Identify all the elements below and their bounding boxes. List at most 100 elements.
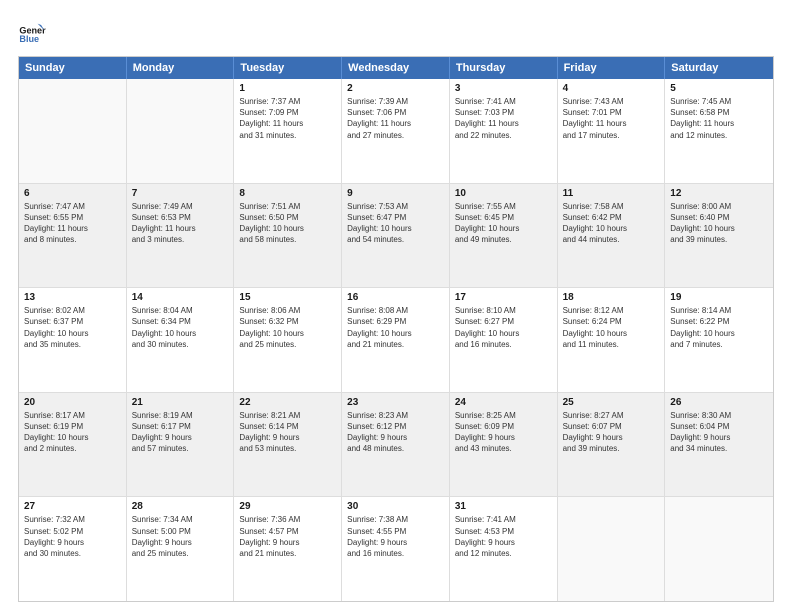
cell-content: Sunrise: 8:10 AMSunset: 6:27 PMDaylight:… bbox=[455, 305, 552, 350]
weekday-header-saturday: Saturday bbox=[665, 57, 773, 79]
cell-content: Sunrise: 8:25 AMSunset: 6:09 PMDaylight:… bbox=[455, 410, 552, 455]
day-cell-25: 25Sunrise: 8:27 AMSunset: 6:07 PMDayligh… bbox=[558, 393, 666, 497]
day-number: 17 bbox=[455, 292, 552, 303]
day-cell-30: 30Sunrise: 7:38 AMSunset: 4:55 PMDayligh… bbox=[342, 497, 450, 601]
cell-content: Sunrise: 8:19 AMSunset: 6:17 PMDaylight:… bbox=[132, 410, 229, 455]
day-cell-10: 10 Sunrise: 7:55 AMSunset: 6:45 PMDayligh… bbox=[450, 184, 558, 288]
calendar-row-4: 27 Sunrise: 7:32 AMSunset: 5:02 PMDayligh… bbox=[19, 496, 773, 601]
day-number: 14 bbox=[132, 292, 229, 303]
day-cell-13: 13Sunrise: 8:02 AMSunset: 6:37 PMDayligh… bbox=[19, 288, 127, 392]
weekday-header-monday: Monday bbox=[127, 57, 235, 79]
cell-content: Sunrise: 7:58 AMSunset: 6:42 PMDaylight:… bbox=[563, 201, 660, 246]
day-number: 18 bbox=[563, 292, 660, 303]
day-number: 23 bbox=[347, 397, 444, 408]
day-cell-11: 11 Sunrise: 7:58 AMSunset: 6:42 PMDayligh… bbox=[558, 184, 666, 288]
day-cell-21: 21 Sunrise: 8:19 AMSunset: 6:17 PMDayligh… bbox=[127, 393, 235, 497]
day-cell-1: 1Sunrise: 7:37 AMSunset: 7:09 PMDaylight… bbox=[234, 79, 342, 183]
day-cell-12: 12 Sunrise: 8:00 AMSunset: 6:40 PMDayligh… bbox=[665, 184, 773, 288]
day-number: 16 bbox=[347, 292, 444, 303]
cell-content: Sunrise: 8:04 AMSunset: 6:34 PMDaylight:… bbox=[132, 305, 229, 350]
day-cell-27: 27 Sunrise: 7:32 AMSunset: 5:02 PMDayligh… bbox=[19, 497, 127, 601]
weekday-header-wednesday: Wednesday bbox=[342, 57, 450, 79]
cell-content: Sunrise: 7:36 AMSunset: 4:57 PMDaylight:… bbox=[239, 514, 336, 559]
day-number: 20 bbox=[24, 397, 121, 408]
logo: General Blue bbox=[18, 18, 32, 46]
cell-content: Sunrise: 7:37 AMSunset: 7:09 PMDaylight:… bbox=[239, 96, 336, 141]
calendar-row-1: 6 Sunrise: 7:47 AMSunset: 6:55 PMDaylight… bbox=[19, 183, 773, 288]
day-cell-19: 19 Sunrise: 8:14 AMSunset: 6:22 PMDayligh… bbox=[665, 288, 773, 392]
day-cell-6: 6 Sunrise: 7:47 AMSunset: 6:55 PMDaylight… bbox=[19, 184, 127, 288]
calendar-body: 1Sunrise: 7:37 AMSunset: 7:09 PMDaylight… bbox=[19, 79, 773, 601]
day-cell-31: 31Sunrise: 7:41 AMSunset: 4:53 PMDayligh… bbox=[450, 497, 558, 601]
day-number: 24 bbox=[455, 397, 552, 408]
weekday-header-tuesday: Tuesday bbox=[234, 57, 342, 79]
cell-content: Sunrise: 7:43 AMSunset: 7:01 PMDaylight:… bbox=[563, 96, 660, 141]
calendar-row-0: 1Sunrise: 7:37 AMSunset: 7:09 PMDaylight… bbox=[19, 79, 773, 183]
cell-content: Sunrise: 8:00 AMSunset: 6:40 PMDaylight:… bbox=[670, 201, 768, 246]
empty-cell bbox=[558, 497, 666, 601]
cell-content: Sunrise: 8:06 AMSunset: 6:32 PMDaylight:… bbox=[239, 305, 336, 350]
day-cell-8: 8 Sunrise: 7:51 AMSunset: 6:50 PMDaylight… bbox=[234, 184, 342, 288]
cell-content: Sunrise: 8:21 AMSunset: 6:14 PMDaylight:… bbox=[239, 410, 336, 455]
calendar-row-3: 20Sunrise: 8:17 AMSunset: 6:19 PMDayligh… bbox=[19, 392, 773, 497]
day-cell-20: 20Sunrise: 8:17 AMSunset: 6:19 PMDayligh… bbox=[19, 393, 127, 497]
day-number: 8 bbox=[239, 188, 336, 199]
day-cell-14: 14 Sunrise: 8:04 AMSunset: 6:34 PMDayligh… bbox=[127, 288, 235, 392]
day-number: 19 bbox=[670, 292, 768, 303]
empty-cell bbox=[665, 497, 773, 601]
cell-content: Sunrise: 7:39 AMSunset: 7:06 PMDaylight:… bbox=[347, 96, 444, 141]
day-number: 9 bbox=[347, 188, 444, 199]
empty-cell bbox=[19, 79, 127, 183]
cell-content: Sunrise: 7:45 AMSunset: 6:58 PMDaylight:… bbox=[670, 96, 768, 141]
svg-text:Blue: Blue bbox=[19, 34, 39, 44]
cell-content: Sunrise: 7:55 AMSunset: 6:45 PMDaylight:… bbox=[455, 201, 552, 246]
day-number: 7 bbox=[132, 188, 229, 199]
day-cell-17: 17 Sunrise: 8:10 AMSunset: 6:27 PMDayligh… bbox=[450, 288, 558, 392]
day-number: 11 bbox=[563, 188, 660, 199]
cell-content: Sunrise: 7:41 AMSunset: 4:53 PMDaylight:… bbox=[455, 514, 552, 559]
weekday-header-thursday: Thursday bbox=[450, 57, 558, 79]
day-cell-29: 29 Sunrise: 7:36 AMSunset: 4:57 PMDayligh… bbox=[234, 497, 342, 601]
day-number: 2 bbox=[347, 83, 444, 94]
day-number: 3 bbox=[455, 83, 552, 94]
day-number: 12 bbox=[670, 188, 768, 199]
cell-content: Sunrise: 7:34 AMSunset: 5:00 PMDaylight:… bbox=[132, 514, 229, 559]
cell-content: Sunrise: 8:23 AMSunset: 6:12 PMDaylight:… bbox=[347, 410, 444, 455]
day-number: 10 bbox=[455, 188, 552, 199]
day-cell-15: 15 Sunrise: 8:06 AMSunset: 6:32 PMDayligh… bbox=[234, 288, 342, 392]
cell-content: Sunrise: 7:32 AMSunset: 5:02 PMDaylight:… bbox=[24, 514, 121, 559]
cell-content: Sunrise: 7:47 AMSunset: 6:55 PMDaylight:… bbox=[24, 201, 121, 246]
day-number: 6 bbox=[24, 188, 121, 199]
day-cell-16: 16 Sunrise: 8:08 AMSunset: 6:29 PMDayligh… bbox=[342, 288, 450, 392]
day-cell-2: 2 Sunrise: 7:39 AMSunset: 7:06 PMDaylight… bbox=[342, 79, 450, 183]
weekday-header-sunday: Sunday bbox=[19, 57, 127, 79]
day-number: 15 bbox=[239, 292, 336, 303]
cell-content: Sunrise: 7:51 AMSunset: 6:50 PMDaylight:… bbox=[239, 201, 336, 246]
cell-content: Sunrise: 7:41 AMSunset: 7:03 PMDaylight:… bbox=[455, 96, 552, 141]
day-number: 21 bbox=[132, 397, 229, 408]
day-cell-23: 23 Sunrise: 8:23 AMSunset: 6:12 PMDayligh… bbox=[342, 393, 450, 497]
cell-content: Sunrise: 7:49 AMSunset: 6:53 PMDaylight:… bbox=[132, 201, 229, 246]
cell-content: Sunrise: 7:38 AMSunset: 4:55 PMDaylight:… bbox=[347, 514, 444, 559]
calendar-header: SundayMondayTuesdayWednesdayThursdayFrid… bbox=[19, 57, 773, 79]
cell-content: Sunrise: 7:53 AMSunset: 6:47 PMDaylight:… bbox=[347, 201, 444, 246]
day-number: 5 bbox=[670, 83, 768, 94]
calendar-row-2: 13Sunrise: 8:02 AMSunset: 6:37 PMDayligh… bbox=[19, 287, 773, 392]
day-number: 29 bbox=[239, 501, 336, 512]
day-number: 27 bbox=[24, 501, 121, 512]
day-cell-3: 3 Sunrise: 7:41 AMSunset: 7:03 PMDaylight… bbox=[450, 79, 558, 183]
day-cell-22: 22Sunrise: 8:21 AMSunset: 6:14 PMDayligh… bbox=[234, 393, 342, 497]
cell-content: Sunrise: 8:02 AMSunset: 6:37 PMDaylight:… bbox=[24, 305, 121, 350]
day-number: 28 bbox=[132, 501, 229, 512]
day-cell-26: 26Sunrise: 8:30 AMSunset: 6:04 PMDayligh… bbox=[665, 393, 773, 497]
day-cell-5: 5 Sunrise: 7:45 AMSunset: 6:58 PMDaylight… bbox=[665, 79, 773, 183]
page-header: General Blue bbox=[18, 18, 774, 46]
calendar: SundayMondayTuesdayWednesdayThursdayFrid… bbox=[18, 56, 774, 602]
day-cell-24: 24 Sunrise: 8:25 AMSunset: 6:09 PMDayligh… bbox=[450, 393, 558, 497]
weekday-header-friday: Friday bbox=[558, 57, 666, 79]
cell-content: Sunrise: 8:08 AMSunset: 6:29 PMDaylight:… bbox=[347, 305, 444, 350]
day-number: 25 bbox=[563, 397, 660, 408]
cell-content: Sunrise: 8:14 AMSunset: 6:22 PMDaylight:… bbox=[670, 305, 768, 350]
day-cell-28: 28 Sunrise: 7:34 AMSunset: 5:00 PMDayligh… bbox=[127, 497, 235, 601]
cell-content: Sunrise: 8:12 AMSunset: 6:24 PMDaylight:… bbox=[563, 305, 660, 350]
